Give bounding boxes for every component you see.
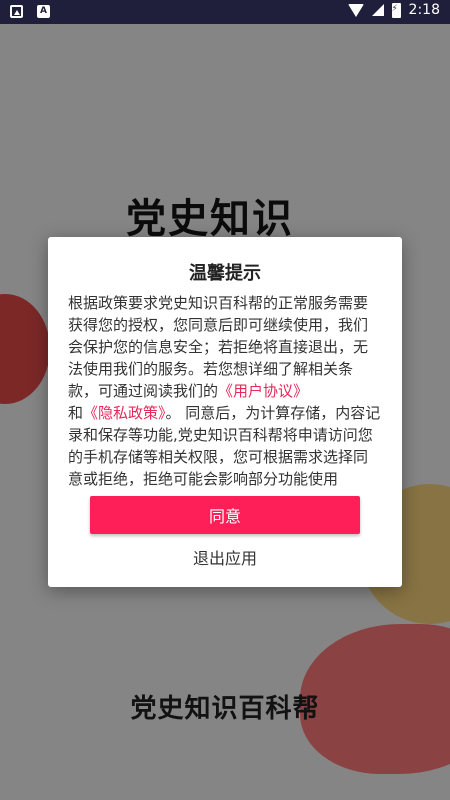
status-bar-left: A bbox=[10, 5, 50, 18]
user-agreement-link[interactable]: 《用户协议》 bbox=[218, 382, 308, 400]
wifi-icon bbox=[347, 3, 364, 17]
status-bar: A 2:18 bbox=[0, 0, 450, 24]
image-icon bbox=[10, 5, 23, 18]
letter-a-icon: A bbox=[37, 5, 50, 18]
dialog-title: 温馨提示 bbox=[189, 263, 261, 284]
agree-button[interactable]: 同意 bbox=[90, 496, 360, 534]
permission-dialog: 温馨提示 根据政策要求党史知识百科帮的正常服务需要获得您的授权，您同意后即可继续… bbox=[48, 237, 402, 587]
privacy-policy-link[interactable]: 《隐私政策》 bbox=[83, 404, 166, 422]
cell-signal-icon bbox=[371, 4, 384, 16]
battery-charging-icon bbox=[391, 2, 401, 18]
dialog-text-and: 和 bbox=[68, 404, 84, 422]
status-time: 2:18 bbox=[408, 2, 440, 18]
status-bar-right: 2:18 bbox=[347, 2, 440, 18]
exit-app-button[interactable]: 退出应用 bbox=[148, 544, 302, 570]
dialog-message: 根据政策要求党史知识百科帮的正常服务需要获得您的授权，您同意后即可继续使用，我们… bbox=[68, 292, 382, 490]
